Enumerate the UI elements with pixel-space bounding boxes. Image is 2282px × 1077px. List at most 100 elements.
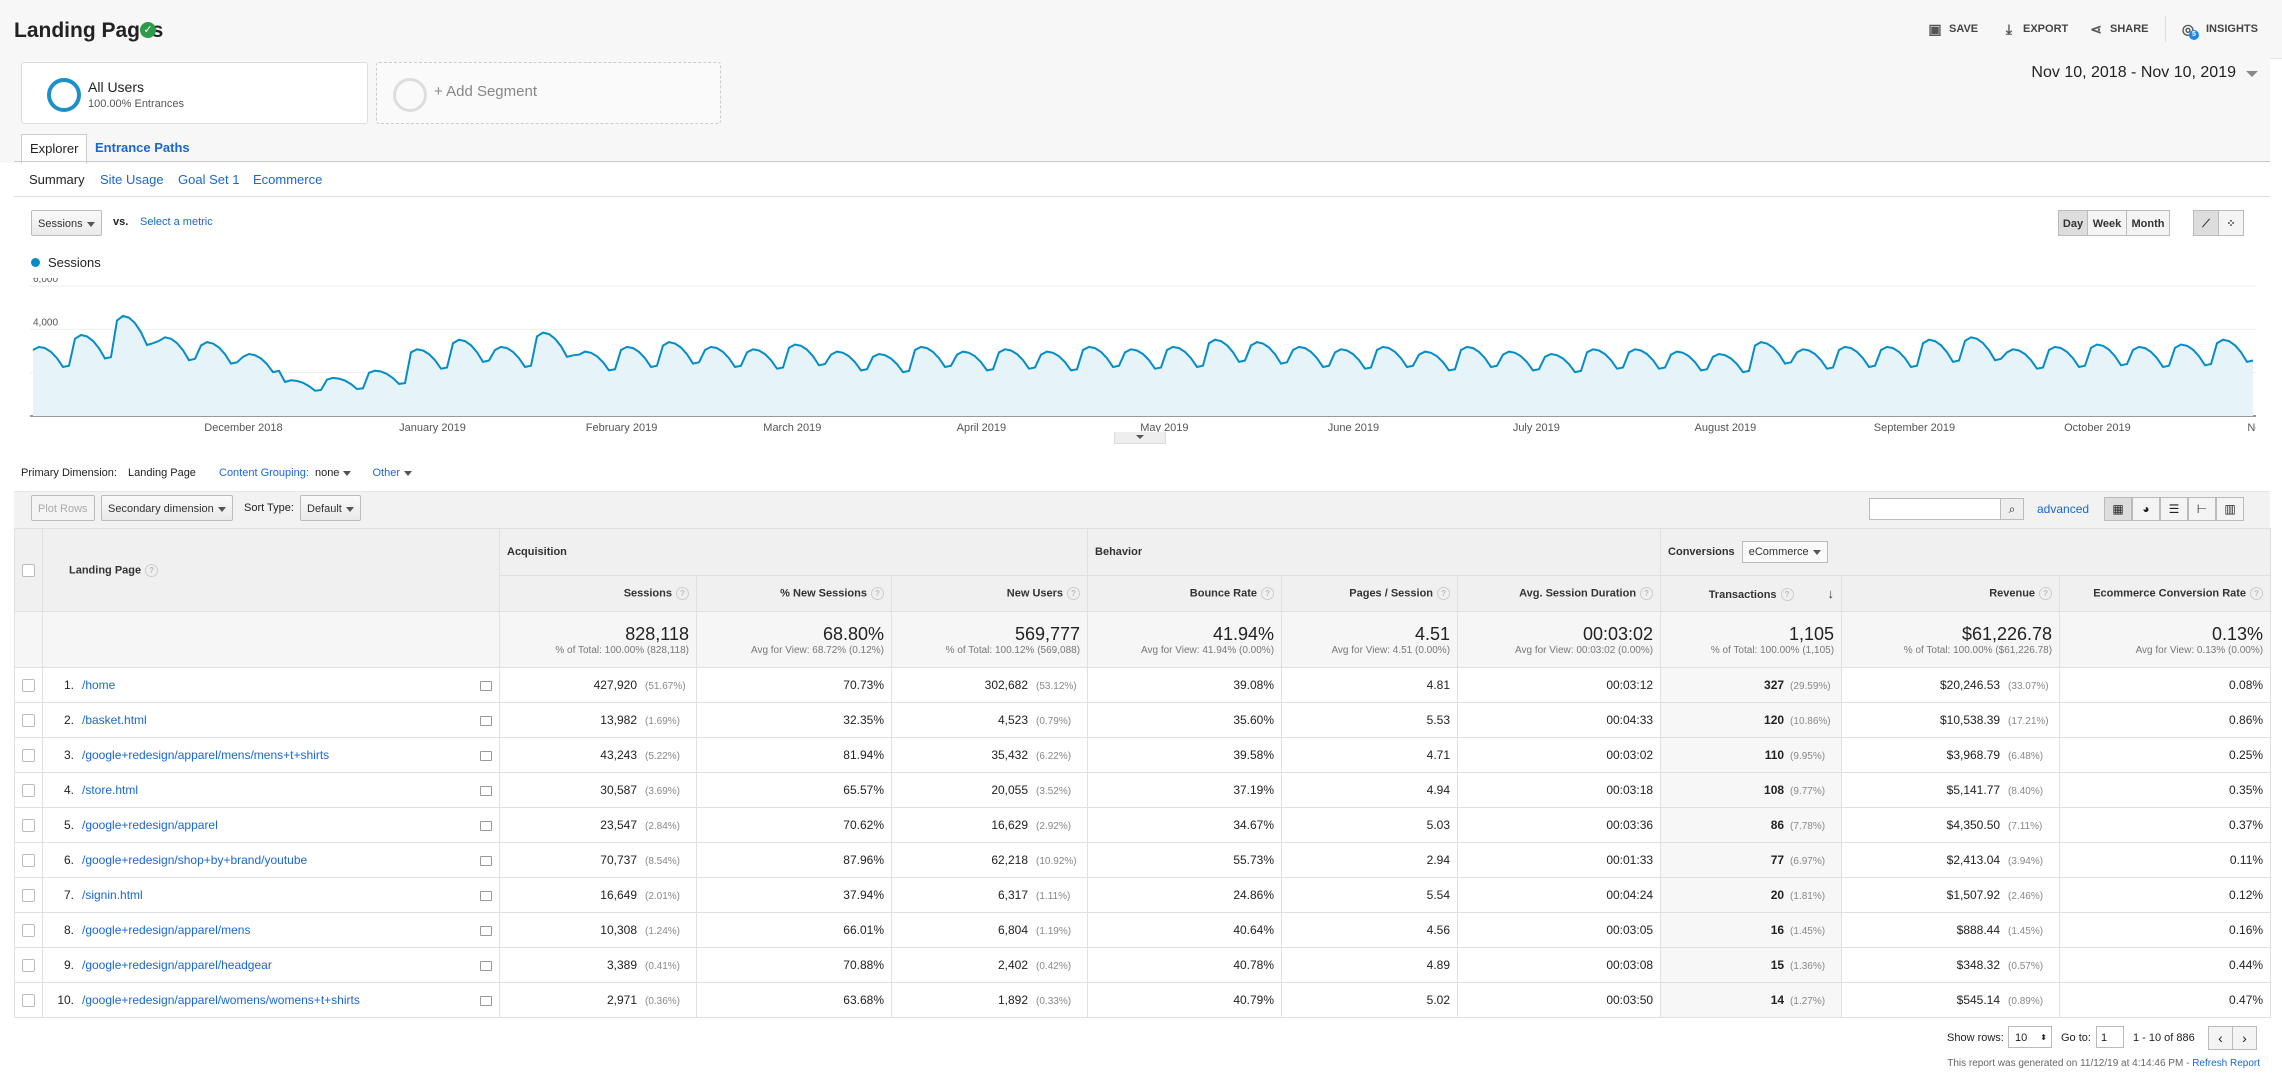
- transactions-cell: 16 (1.45%): [1660, 912, 1843, 948]
- conversions-select[interactable]: eCommerce: [1741, 541, 1828, 563]
- add-segment-button[interactable]: + Add Segment: [376, 62, 721, 124]
- share-button[interactable]: ⋖ SHARE: [2089, 22, 2148, 36]
- performance-view-icon[interactable]: ☰: [2160, 497, 2188, 521]
- sort-type-select[interactable]: Default: [300, 495, 361, 521]
- column-header-landing-page[interactable]: Landing Page?: [42, 528, 500, 612]
- sort-desc-icon[interactable]: ↓: [1828, 586, 1835, 601]
- save-button[interactable]: ▣ SAVE: [1928, 22, 1978, 36]
- table-view-icon[interactable]: ▦: [2104, 497, 2132, 521]
- subtab-site-usage[interactable]: Site Usage: [100, 172, 164, 187]
- landing-page-link[interactable]: /google+redesign/shop+by+brand/youtube: [82, 853, 307, 867]
- open-external-icon[interactable]: [480, 751, 492, 761]
- landing-page-link[interactable]: /home: [82, 678, 115, 692]
- comparison-view-icon[interactable]: ⊢: [2188, 497, 2216, 521]
- table-search-input[interactable]: [1869, 498, 2001, 520]
- landing-page-link[interactable]: /google+redesign/apparel/mens: [82, 923, 250, 937]
- help-icon[interactable]: ?: [1437, 587, 1451, 600]
- content-grouping-value[interactable]: none: [315, 467, 339, 479]
- select-metric-link[interactable]: Select a metric: [140, 216, 213, 228]
- row-checkbox[interactable]: [22, 854, 35, 868]
- landing-page-link[interactable]: /basket.html: [82, 713, 147, 727]
- row-checkbox[interactable]: [22, 959, 35, 973]
- column-header-avg-duration[interactable]: Avg. Session Duration?: [1457, 575, 1662, 612]
- tab-explorer[interactable]: Explorer: [21, 134, 88, 164]
- metric-select[interactable]: Sessions: [31, 210, 102, 236]
- row-checkbox[interactable]: [22, 819, 35, 833]
- help-icon[interactable]: ?: [1067, 587, 1081, 600]
- column-header-transactions[interactable]: Transactions? ↓: [1660, 575, 1843, 612]
- subtab-ecommerce[interactable]: Ecommerce: [253, 172, 322, 187]
- help-icon[interactable]: ?: [676, 587, 689, 600]
- chart-collapse-handle[interactable]: [1114, 432, 1166, 444]
- motion-chart-icon[interactable]: ⁘: [2218, 210, 2244, 236]
- help-icon[interactable]: ?: [1261, 587, 1275, 600]
- landing-page-link[interactable]: /google+redesign/apparel/mens/mens+t+shi…: [82, 748, 329, 762]
- insights-button[interactable]: ◎ 5 INSIGHTS: [2181, 22, 2258, 40]
- landing-page-link[interactable]: /google+redesign/apparel/headgear: [82, 958, 272, 972]
- landing-page-link[interactable]: /google+redesign/apparel: [82, 818, 218, 832]
- landing-page-link[interactable]: /signin.html: [82, 888, 143, 902]
- column-header-ecommerce-conversion-rate[interactable]: Ecommerce Conversion Rate?: [2059, 575, 2272, 612]
- open-external-icon[interactable]: [480, 681, 492, 691]
- open-external-icon[interactable]: [480, 996, 492, 1006]
- open-external-icon[interactable]: [480, 926, 492, 936]
- open-external-icon[interactable]: [480, 821, 492, 831]
- primary-dimension-bar: Primary Dimension: Landing Page Content …: [21, 467, 413, 479]
- row-checkbox[interactable]: [22, 784, 35, 798]
- tab-entrance-paths[interactable]: Entrance Paths: [87, 134, 198, 162]
- show-rows-select[interactable]: 10 ⬍: [2008, 1026, 2052, 1048]
- column-header-revenue[interactable]: Revenue?: [1841, 575, 2061, 612]
- help-icon[interactable]: ?: [2039, 587, 2053, 600]
- open-external-icon[interactable]: [480, 786, 492, 796]
- content-grouping-label[interactable]: Content Grouping:: [219, 467, 309, 479]
- row-checkbox[interactable]: [22, 679, 35, 693]
- help-icon[interactable]: ?: [1780, 588, 1794, 602]
- select-all-checkbox[interactable]: [22, 563, 35, 577]
- date-caret-icon[interactable]: [2246, 71, 2258, 77]
- revenue-cell: $4,350.50 (7.11%): [1841, 807, 2061, 843]
- period-month-button[interactable]: Month: [2126, 210, 2170, 236]
- help-icon[interactable]: ?: [145, 563, 159, 577]
- column-header-bounce-rate[interactable]: Bounce Rate?: [1087, 575, 1283, 612]
- subtab-goal-set-1[interactable]: Goal Set 1: [178, 172, 239, 187]
- pie-view-icon[interactable]: ◕: [2132, 497, 2160, 521]
- transactions-pct: (29.59%): [1790, 681, 1831, 692]
- next-page-icon[interactable]: ›: [2232, 1026, 2257, 1050]
- select-all-cell[interactable]: [14, 528, 43, 612]
- line-chart-icon[interactable]: ⟋: [2193, 210, 2219, 236]
- subtab-summary[interactable]: Summary: [29, 172, 85, 187]
- column-header-new-sessions[interactable]: % New Sessions?: [696, 575, 892, 612]
- column-header-pages-session[interactable]: Pages / Session?: [1281, 575, 1459, 612]
- refresh-report-link[interactable]: Refresh Report: [2192, 1058, 2260, 1069]
- landing-page-link[interactable]: /google+redesign/apparel/womens/womens+t…: [82, 993, 360, 1007]
- goto-input[interactable]: 1: [2096, 1026, 2124, 1048]
- period-day-button[interactable]: Day: [2058, 210, 2088, 236]
- help-icon[interactable]: ?: [871, 587, 884, 600]
- open-external-icon[interactable]: [480, 961, 492, 971]
- row-checkbox[interactable]: [22, 749, 35, 763]
- open-external-icon[interactable]: [480, 891, 492, 901]
- period-week-button[interactable]: Week: [2087, 210, 2127, 236]
- other-dimension-link[interactable]: Other: [373, 467, 401, 479]
- new-sessions-value: 37.94%: [843, 888, 884, 902]
- secondary-dimension-select[interactable]: Secondary dimension: [101, 495, 233, 521]
- help-icon[interactable]: ?: [1640, 587, 1654, 600]
- open-external-icon[interactable]: [480, 716, 492, 726]
- pivot-view-icon[interactable]: ▥: [2216, 497, 2244, 521]
- row-checkbox[interactable]: [22, 924, 35, 938]
- landing-page-link[interactable]: /store.html: [82, 783, 138, 797]
- date-range-picker[interactable]: Nov 10, 2018 - Nov 10, 2019: [2031, 64, 2236, 82]
- column-header-new-users[interactable]: New Users?: [890, 575, 1089, 612]
- segment-all-users[interactable]: All Users 100.00% Entrances: [21, 62, 368, 124]
- row-checkbox[interactable]: [22, 714, 35, 728]
- column-header-sessions[interactable]: Sessions?: [499, 575, 697, 612]
- row-checkbox[interactable]: [22, 994, 35, 1008]
- help-icon[interactable]: ?: [2250, 587, 2264, 600]
- export-button[interactable]: ⤓ EXPORT: [2002, 22, 2068, 36]
- search-icon[interactable]: ⌕: [2000, 498, 2024, 520]
- row-checkbox[interactable]: [22, 889, 35, 903]
- advanced-filter-link[interactable]: advanced: [2037, 502, 2089, 516]
- open-external-icon[interactable]: [480, 856, 492, 866]
- prev-page-icon[interactable]: ‹: [2208, 1026, 2233, 1050]
- plot-rows-button[interactable]: Plot Rows: [31, 495, 95, 521]
